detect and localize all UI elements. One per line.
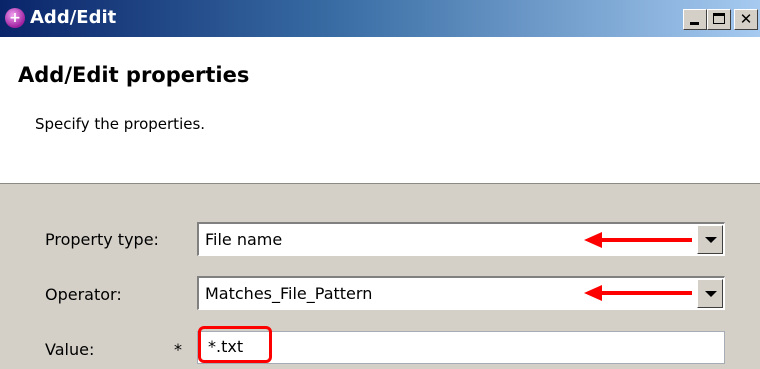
- operator-value: Matches_File_Pattern: [205, 284, 373, 303]
- close-icon: ✕: [739, 10, 753, 28]
- app-icon: +: [5, 8, 25, 28]
- window-title: Add/Edit: [30, 7, 117, 28]
- chevron-down-icon: [705, 237, 717, 243]
- value-label: Value:: [45, 340, 95, 359]
- operator-label: Operator:: [45, 285, 122, 304]
- title-bar[interactable]: + Add/Edit ✕: [0, 0, 760, 37]
- minimize-icon: [690, 22, 699, 25]
- add-edit-dialog: + Add/Edit ✕ Add/Edit properties Specify…: [0, 0, 760, 369]
- red-arrow-annotation: [584, 232, 692, 248]
- close-button[interactable]: ✕: [734, 9, 758, 30]
- chevron-down-icon: [705, 291, 717, 297]
- red-highlight-box: [198, 326, 272, 363]
- maximize-icon: [713, 13, 725, 24]
- header-banner: Add/Edit properties Specify the properti…: [0, 37, 760, 184]
- minimize-button[interactable]: [683, 9, 707, 30]
- page-description: Specify the properties.: [35, 115, 206, 133]
- page-title: Add/Edit properties: [18, 63, 250, 87]
- maximize-button[interactable]: [707, 9, 731, 30]
- property-type-dropdown-button[interactable]: [697, 225, 723, 254]
- red-arrow-annotation: [584, 285, 692, 301]
- value-input[interactable]: *.txt: [197, 331, 725, 364]
- required-marker: *: [174, 340, 182, 359]
- property-type-value: File name: [205, 230, 283, 249]
- property-type-label: Property type:: [45, 230, 159, 249]
- operator-dropdown-button[interactable]: [697, 279, 723, 308]
